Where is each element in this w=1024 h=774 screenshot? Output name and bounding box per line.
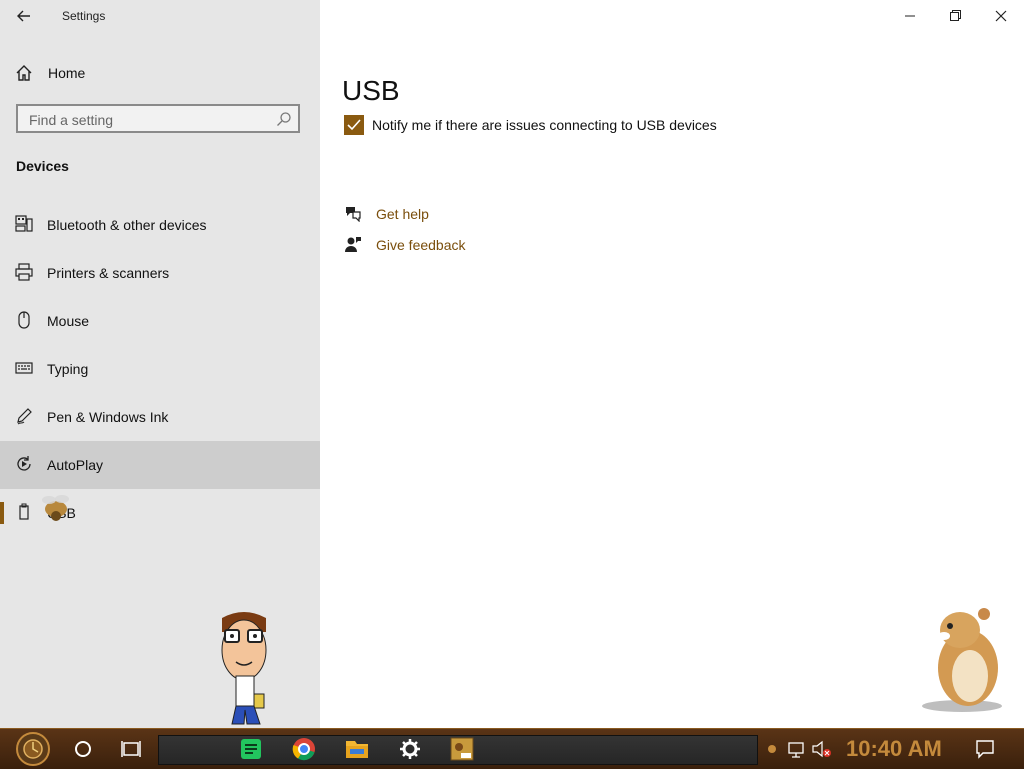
- sidebar-item-label: Printers & scanners: [47, 265, 170, 281]
- volume-tray-button[interactable]: [808, 729, 834, 769]
- cortana-circle-icon: [75, 741, 91, 757]
- give-feedback-label[interactable]: Give feedback: [376, 237, 466, 253]
- action-center-button[interactable]: [966, 729, 1004, 769]
- gear-icon: [400, 739, 420, 759]
- close-icon: [995, 10, 1007, 22]
- sidebar-item-usb[interactable]: USB: [0, 489, 320, 537]
- page-title: USB: [342, 74, 400, 106]
- folder-icon: [346, 741, 368, 758]
- checkbox-checked-icon[interactable]: [344, 115, 364, 135]
- taskbar-settings-app[interactable]: [391, 729, 429, 769]
- app-title: Settings: [62, 9, 106, 23]
- close-button[interactable]: [978, 0, 1024, 32]
- devices-section-heading: Devices: [16, 158, 69, 174]
- back-arrow-icon: [17, 10, 30, 22]
- cortana-button[interactable]: [64, 729, 102, 769]
- printer-icon: [15, 263, 33, 281]
- pen-icon: [17, 408, 32, 425]
- chrome-icon: [292, 738, 315, 761]
- sidebar-item-autoplay[interactable]: AutoPlay: [0, 441, 320, 489]
- content-pane: USB Notify me if there are issues connec…: [320, 0, 1024, 728]
- sidebar-item-printers[interactable]: Printers & scanners: [0, 249, 320, 297]
- notes-app-icon: [241, 739, 261, 759]
- search-input[interactable]: [27, 110, 271, 130]
- restore-button[interactable]: [932, 0, 978, 32]
- chevron-up-icon: [768, 745, 776, 753]
- settings-sidebar: Settings Home Devices Bluetooth & other …: [0, 0, 320, 728]
- home-nav-item[interactable]: Home: [0, 56, 320, 90]
- devices-nav-list: Bluetooth & other devices Printers & sca…: [0, 201, 320, 537]
- minimize-button[interactable]: [887, 0, 933, 32]
- sidebar-item-label: Mouse: [47, 313, 90, 329]
- help-chat-icon: [346, 207, 361, 222]
- start-orb-icon: [16, 732, 50, 766]
- network-icon: [788, 742, 804, 758]
- sidebar-item-label: AutoPlay: [47, 457, 104, 473]
- taskbar-clock[interactable]: 10:40 AM: [846, 736, 942, 762]
- sidebar-item-label: Pen & Windows Ink: [47, 409, 169, 425]
- task-view-icon: [121, 741, 141, 757]
- task-view-button[interactable]: [112, 729, 150, 769]
- taskbar-game-app[interactable]: [443, 729, 481, 769]
- minimize-icon: [905, 15, 915, 17]
- taskbar-chrome-app[interactable]: [285, 729, 323, 769]
- taskbar-notes-app[interactable]: [232, 729, 270, 769]
- selection-indicator: [0, 502, 4, 524]
- network-tray-button[interactable]: [784, 729, 808, 769]
- keyboard-icon: [15, 362, 33, 374]
- show-hidden-icons-button[interactable]: [762, 729, 782, 769]
- volume-muted-icon: [812, 740, 831, 758]
- checkbox-label: Notify me if there are issues connecting…: [372, 117, 717, 133]
- mouse-icon: [18, 311, 30, 329]
- get-help-label[interactable]: Get help: [376, 206, 429, 222]
- home-icon: [16, 65, 32, 81]
- feedback-person-icon: [345, 237, 361, 252]
- back-button[interactable]: [12, 4, 36, 28]
- bluetooth-devices-icon: [15, 215, 33, 232]
- sidebar-item-label: Typing: [47, 361, 89, 377]
- taskbar-file-explorer[interactable]: [338, 729, 376, 769]
- restore-icon: [950, 10, 961, 21]
- bee-mascot-icon: [42, 495, 69, 521]
- sidebar-item-typing[interactable]: Typing: [0, 345, 320, 393]
- sidebar-item-mouse[interactable]: Mouse: [0, 297, 320, 345]
- sidebar-item-bluetooth[interactable]: Bluetooth & other devices: [0, 201, 320, 249]
- search-box[interactable]: [16, 104, 300, 133]
- home-label: Home: [48, 65, 86, 81]
- usb-icon: [19, 503, 29, 520]
- sidebar-item-label: Bluetooth & other devices: [47, 217, 207, 233]
- sidebar-item-pen[interactable]: Pen & Windows Ink: [0, 393, 320, 441]
- taskbar: 10:40 AM: [0, 728, 1024, 769]
- game-app-icon: [450, 737, 474, 761]
- start-button[interactable]: [10, 729, 56, 769]
- hamster-mascot: [922, 608, 1002, 712]
- notifications-icon: [976, 740, 994, 759]
- cartoon-man-mascot: [221, 612, 267, 725]
- autoplay-icon: [17, 456, 31, 471]
- title-bar: Settings: [0, 0, 320, 34]
- search-icon[interactable]: [276, 111, 292, 127]
